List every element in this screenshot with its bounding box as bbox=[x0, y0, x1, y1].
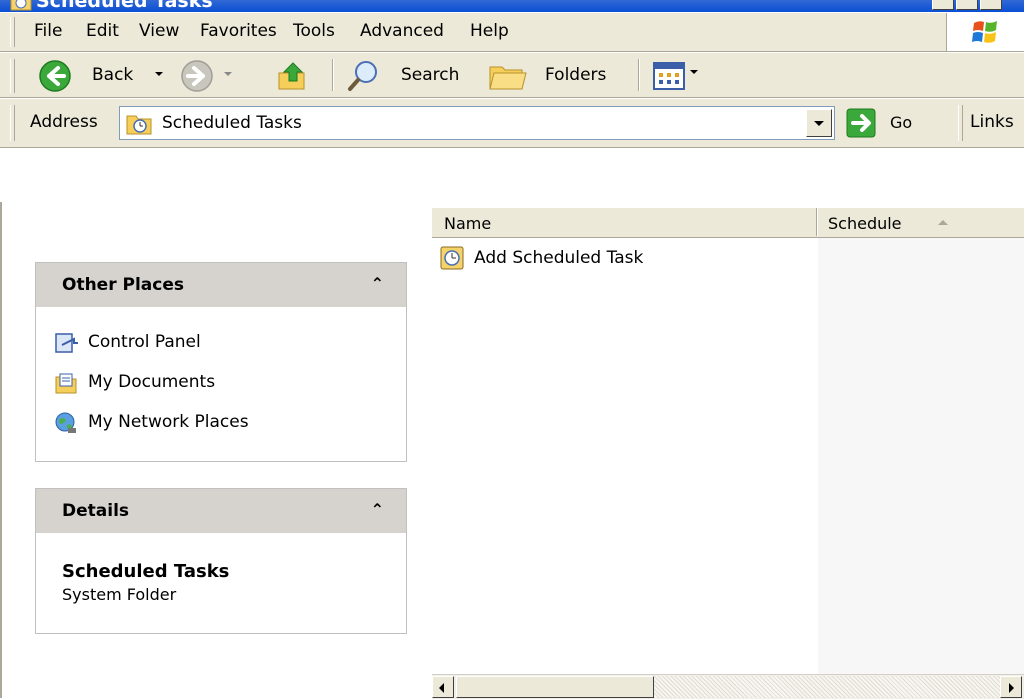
details-panel: Details ⌃ Scheduled Tasks System Folder bbox=[35, 488, 407, 634]
add-task-icon bbox=[440, 246, 464, 270]
scroll-right-button[interactable] bbox=[1000, 676, 1022, 698]
menu-file[interactable]: File bbox=[34, 21, 62, 41]
forward-arrow-icon[interactable] bbox=[180, 59, 214, 93]
chevron-down-icon bbox=[814, 121, 824, 126]
search-icon[interactable] bbox=[346, 59, 380, 93]
address-label: Address bbox=[30, 112, 98, 132]
folders-button-label[interactable]: Folders bbox=[545, 65, 606, 85]
up-folder-icon[interactable] bbox=[276, 59, 310, 93]
address-dropdown-button[interactable] bbox=[806, 109, 832, 137]
back-button-label[interactable]: Back bbox=[92, 65, 133, 85]
scroll-thumb[interactable] bbox=[456, 676, 654, 698]
views-dropdown-icon[interactable] bbox=[690, 70, 698, 74]
collapse-chevron-icon[interactable]: ⌃ bbox=[371, 274, 384, 293]
details-type: System Folder bbox=[62, 585, 177, 604]
window-left-border bbox=[0, 202, 10, 698]
scheduled-tasks-folder-icon bbox=[126, 115, 152, 135]
menu-tools[interactable]: Tools bbox=[293, 21, 335, 41]
scroll-track[interactable] bbox=[654, 676, 1000, 698]
column-name[interactable]: Name bbox=[444, 214, 491, 233]
minimize-button[interactable] bbox=[932, 0, 954, 10]
toolbar-separator bbox=[638, 59, 640, 91]
my-documents-icon bbox=[55, 373, 77, 394]
place-label[interactable]: My Network Places bbox=[88, 412, 249, 432]
go-arrow-icon[interactable] bbox=[846, 108, 876, 138]
toolbar-grip[interactable] bbox=[10, 59, 15, 93]
collapse-chevron-icon[interactable]: ⌃ bbox=[371, 500, 384, 519]
views-icon[interactable] bbox=[652, 61, 686, 91]
horizontal-scrollbar[interactable] bbox=[432, 674, 1024, 699]
other-places-panel: Other Places ⌃ Control Panel My Document… bbox=[35, 262, 407, 462]
list-item-label[interactable]: Add Scheduled Task bbox=[474, 248, 643, 268]
menu-favorites[interactable]: Favorites bbox=[200, 21, 277, 41]
windows-logo bbox=[946, 13, 1024, 51]
go-button-label[interactable]: Go bbox=[890, 113, 912, 132]
scheduled-tasks-folder-icon bbox=[10, 0, 32, 11]
menu-bar: File Edit View Favorites Tools Advanced … bbox=[0, 12, 1024, 52]
menu-grip[interactable] bbox=[10, 17, 15, 47]
menu-view[interactable]: View bbox=[139, 21, 179, 41]
address-bar: Address Scheduled Tasks Go Links bbox=[0, 98, 1024, 148]
address-grip[interactable] bbox=[10, 105, 15, 141]
control-panel-icon bbox=[55, 333, 78, 353]
windows-flag-icon bbox=[972, 21, 997, 43]
other-places-title: Other Places bbox=[62, 275, 184, 295]
details-name: Scheduled Tasks bbox=[62, 561, 230, 582]
content-top-gap bbox=[0, 148, 1024, 202]
scroll-left-button[interactable] bbox=[432, 676, 454, 698]
links-label[interactable]: Links bbox=[970, 112, 1014, 132]
title-bar: Scheduled Tasks bbox=[0, 0, 1024, 12]
details-title: Details bbox=[62, 501, 130, 521]
menu-advanced[interactable]: Advanced bbox=[360, 21, 444, 41]
standard-toolbar: Back Search Folders bbox=[0, 52, 1024, 98]
other-places-header[interactable]: Other Places ⌃ bbox=[36, 263, 406, 307]
window-title: Scheduled Tasks bbox=[36, 0, 213, 12]
sort-ascending-icon bbox=[938, 220, 948, 225]
chevron-left-icon bbox=[439, 683, 444, 693]
close-button[interactable] bbox=[980, 0, 1002, 10]
back-arrow-icon[interactable] bbox=[38, 59, 72, 93]
place-label[interactable]: Control Panel bbox=[88, 332, 201, 352]
maximize-button[interactable] bbox=[956, 0, 978, 10]
details-header[interactable]: Details ⌃ bbox=[36, 489, 406, 533]
column-header-row: Name Schedule bbox=[432, 208, 1024, 238]
address-value: Scheduled Tasks bbox=[162, 113, 302, 133]
network-globe-icon bbox=[55, 412, 76, 433]
forward-dropdown-icon[interactable] bbox=[224, 72, 232, 76]
search-button-label[interactable]: Search bbox=[401, 65, 459, 85]
folders-icon[interactable] bbox=[488, 59, 528, 93]
column-divider[interactable] bbox=[816, 208, 818, 236]
place-label[interactable]: My Documents bbox=[88, 372, 215, 392]
links-grip[interactable] bbox=[958, 105, 963, 141]
schedule-column-fill bbox=[818, 238, 1024, 676]
menu-edit[interactable]: Edit bbox=[86, 21, 119, 41]
chevron-right-icon bbox=[1009, 683, 1014, 693]
menu-help[interactable]: Help bbox=[470, 21, 509, 41]
task-pane: Other Places ⌃ Control Panel My Document… bbox=[0, 202, 432, 698]
address-field[interactable]: Scheduled Tasks bbox=[119, 106, 835, 140]
back-dropdown-icon[interactable] bbox=[155, 72, 163, 76]
file-list: Name Schedule Add Scheduled Task bbox=[432, 202, 1024, 699]
toolbar-separator bbox=[332, 59, 334, 91]
column-schedule[interactable]: Schedule bbox=[828, 214, 902, 233]
